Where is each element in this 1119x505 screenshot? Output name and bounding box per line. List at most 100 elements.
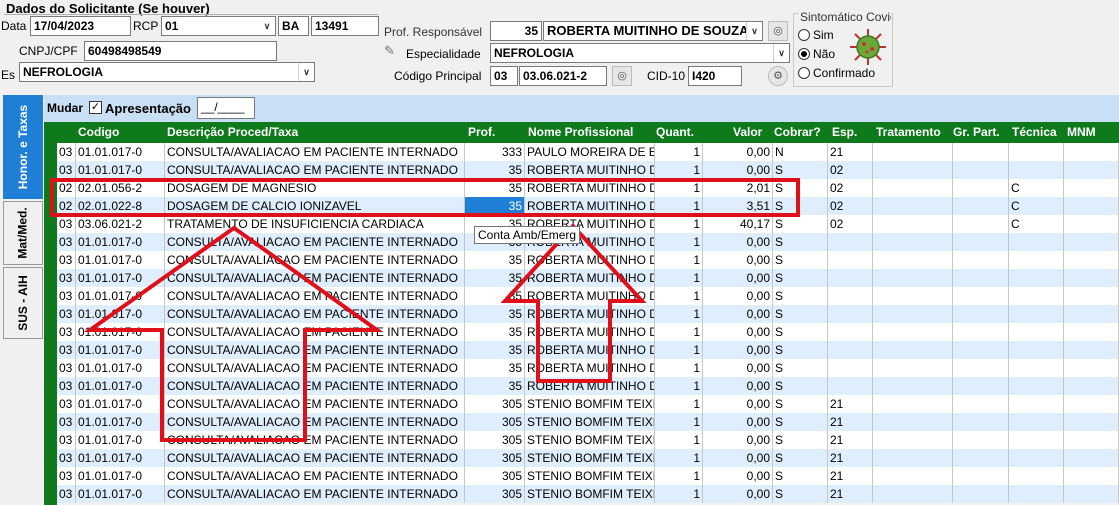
cell-desc[interactable]: CONSULTA/AVALIACAO EM PACIENTE INTERNADO — [165, 395, 465, 413]
cell-quant[interactable]: 1 — [655, 287, 703, 305]
cell-nome[interactable]: ROBERTA MUITINHO D — [525, 197, 655, 215]
cell-tecnica[interactable] — [1009, 467, 1064, 485]
cell-codigo[interactable]: 01.01.017-0 — [76, 431, 165, 449]
col-prof[interactable]: Prof. — [468, 125, 495, 139]
cell-desc[interactable]: CONSULTA/AVALIACAO EM PACIENTE INTERNADO — [165, 251, 465, 269]
table-row[interactable]: 03 01.01.017-0 CONSULTA/AVALIACAO EM PACIE… — [57, 341, 1119, 359]
cell-grp[interactable]: 03 — [57, 395, 76, 413]
cell-tecnica[interactable] — [1009, 485, 1064, 503]
cell-tecnica[interactable] — [1009, 449, 1064, 467]
cell-nome[interactable]: ROBERTA MUITINHO D — [525, 269, 655, 287]
covid-radio-confirmado[interactable]: Confirmado — [798, 66, 875, 80]
cell-codigo[interactable]: 02.01.056-2 — [76, 179, 165, 197]
cell-nome[interactable]: ROBERTA MUITINHO D — [525, 323, 655, 341]
cell-valor[interactable]: 0,00 — [703, 233, 773, 251]
cell-desc[interactable]: CONSULTA/AVALIACAO EM PACIENTE INTERNADO — [165, 269, 465, 287]
cell-cobrar[interactable]: S — [773, 269, 828, 287]
cell-codigo[interactable]: 01.01.017-0 — [76, 413, 165, 431]
cell-valor[interactable]: 0,00 — [703, 305, 773, 323]
table-row[interactable]: 03 01.01.017-0 CONSULTA/AVALIACAO EM PACIE… — [57, 431, 1119, 449]
cell-tecnica[interactable] — [1009, 431, 1064, 449]
col-esp[interactable]: Esp. — [832, 125, 857, 139]
cell-grp[interactable]: 03 — [57, 467, 76, 485]
cell-nome[interactable]: PAULO MOREIRA DE E — [525, 143, 655, 161]
cell-quant[interactable]: 1 — [655, 359, 703, 377]
cell-desc[interactable]: CONSULTA/AVALIACAO EM PACIENTE INTERNADO — [165, 485, 465, 503]
binoculars-icon[interactable]: ◎ — [768, 21, 788, 41]
cell-nome[interactable]: STENIO BOMFIM TEIXE — [525, 449, 655, 467]
cell-codigo[interactable]: 01.01.017-0 — [76, 269, 165, 287]
cell-desc[interactable]: DOSAGEM DE CALCIO IONIZAVEL — [165, 197, 465, 215]
col-cobrar[interactable]: Cobrar? — [774, 125, 821, 139]
table-row[interactable]: 03 01.01.017-0 CONSULTA/AVALIACAO EM PACIE… — [57, 449, 1119, 467]
col-valor[interactable]: Valor — [733, 125, 762, 139]
cell-prof[interactable]: 305 — [465, 413, 525, 431]
cell-grp[interactable]: 03 — [57, 323, 76, 341]
table-row[interactable]: 03 01.01.017-0 CONSULTA/AVALIACAO EM PACIE… — [57, 305, 1119, 323]
cell-trat[interactable] — [873, 215, 953, 233]
cell-nome[interactable]: ROBERTA MUITINHO D — [525, 305, 655, 323]
cell-mnm[interactable] — [1064, 251, 1119, 269]
cell-esp[interactable] — [828, 305, 873, 323]
cell-grp[interactable]: 03 — [57, 233, 76, 251]
cell-desc[interactable]: CONSULTA/AVALIACAO EM PACIENTE INTERNADO — [165, 323, 465, 341]
settings-icon[interactable]: ⚙ — [768, 66, 788, 86]
cell-prof[interactable]: 35 — [465, 377, 525, 395]
cell-esp[interactable] — [828, 233, 873, 251]
cell-mnm[interactable] — [1064, 359, 1119, 377]
cell-mnm[interactable] — [1064, 449, 1119, 467]
col-descricao[interactable]: Descrição Proced/Taxa — [167, 125, 298, 139]
cell-esp[interactable]: 21 — [828, 431, 873, 449]
cell-mnm[interactable] — [1064, 377, 1119, 395]
cell-quant[interactable]: 1 — [655, 395, 703, 413]
cell-trat[interactable] — [873, 359, 953, 377]
cell-prof[interactable]: 35 — [465, 251, 525, 269]
cell-tecnica[interactable] — [1009, 413, 1064, 431]
cell-cobrar[interactable]: S — [773, 215, 828, 233]
cell-mnm[interactable] — [1064, 233, 1119, 251]
cell-mnm[interactable] — [1064, 413, 1119, 431]
table-row[interactable]: 02 02.01.056-2 DOSAGEM DE MAGNESIO 35 ROBERT… — [57, 179, 1119, 197]
cell-trat[interactable] — [873, 431, 953, 449]
cell-grp[interactable]: 03 — [57, 359, 76, 377]
cell-desc[interactable]: CONSULTA/AVALIACAO EM PACIENTE INTERNADO — [165, 467, 465, 485]
cell-codigo[interactable]: 01.01.017-0 — [76, 305, 165, 323]
cell-valor[interactable]: 0,00 — [703, 377, 773, 395]
cell-nome[interactable]: STENIO BOMFIM TEIXE — [525, 485, 655, 503]
cell-grp2[interactable] — [953, 143, 1009, 161]
cnpj-field[interactable]: 60498498549 — [84, 41, 277, 61]
cell-esp[interactable] — [828, 359, 873, 377]
cell-nome[interactable]: ROBERTA MUITINHO D — [525, 179, 655, 197]
cell-prof[interactable]: 305 — [465, 431, 525, 449]
cell-tecnica[interactable] — [1009, 269, 1064, 287]
cell-grp[interactable]: 03 — [57, 215, 76, 233]
cell-trat[interactable] — [873, 179, 953, 197]
cell-desc[interactable]: CONSULTA/AVALIACAO EM PACIENTE INTERNADO — [165, 287, 465, 305]
cell-trat[interactable] — [873, 233, 953, 251]
cell-esp[interactable] — [828, 269, 873, 287]
cell-grp2[interactable] — [953, 467, 1009, 485]
cell-desc[interactable]: CONSULTA/AVALIACAO EM PACIENTE INTERNADO — [165, 143, 465, 161]
cell-prof[interactable]: 305 — [465, 485, 525, 503]
cell-codigo[interactable]: 01.01.017-0 — [76, 395, 165, 413]
cell-trat[interactable] — [873, 341, 953, 359]
cell-grp2[interactable] — [953, 413, 1009, 431]
cell-esp[interactable]: 21 — [828, 449, 873, 467]
data-field[interactable]: 17/04/2023 — [30, 16, 131, 36]
cell-grp[interactable]: 03 — [57, 341, 76, 359]
cell-quant[interactable]: 1 — [655, 161, 703, 179]
cell-desc[interactable]: CONSULTA/AVALIACAO EM PACIENTE INTERNADO — [165, 359, 465, 377]
cell-desc[interactable]: CONSULTA/AVALIACAO EM PACIENTE INTERNADO — [165, 377, 465, 395]
cell-valor[interactable]: 0,00 — [703, 161, 773, 179]
cell-desc[interactable]: TRATAMENTO DE INSUFICIENCIA CARDIACA — [165, 215, 465, 233]
cell-quant[interactable]: 1 — [655, 323, 703, 341]
cell-mnm[interactable] — [1064, 323, 1119, 341]
cell-quant[interactable]: 1 — [655, 215, 703, 233]
rcp-combo[interactable]: 01 ∨ — [161, 16, 276, 36]
table-row[interactable]: 03 01.01.017-0 CONSULTA/AVALIACAO EM PACIE… — [57, 161, 1119, 179]
tab-honor-taxas[interactable]: Honor. e Taxas — [3, 95, 43, 199]
table-row[interactable]: 03 01.01.017-0 CONSULTA/AVALIACAO EM PACIE… — [57, 269, 1119, 287]
table-row[interactable]: 03 01.01.017-0 CONSULTA/AVALIACAO EM PACIE… — [57, 485, 1119, 503]
cell-grp[interactable]: 03 — [57, 143, 76, 161]
cell-trat[interactable] — [873, 467, 953, 485]
